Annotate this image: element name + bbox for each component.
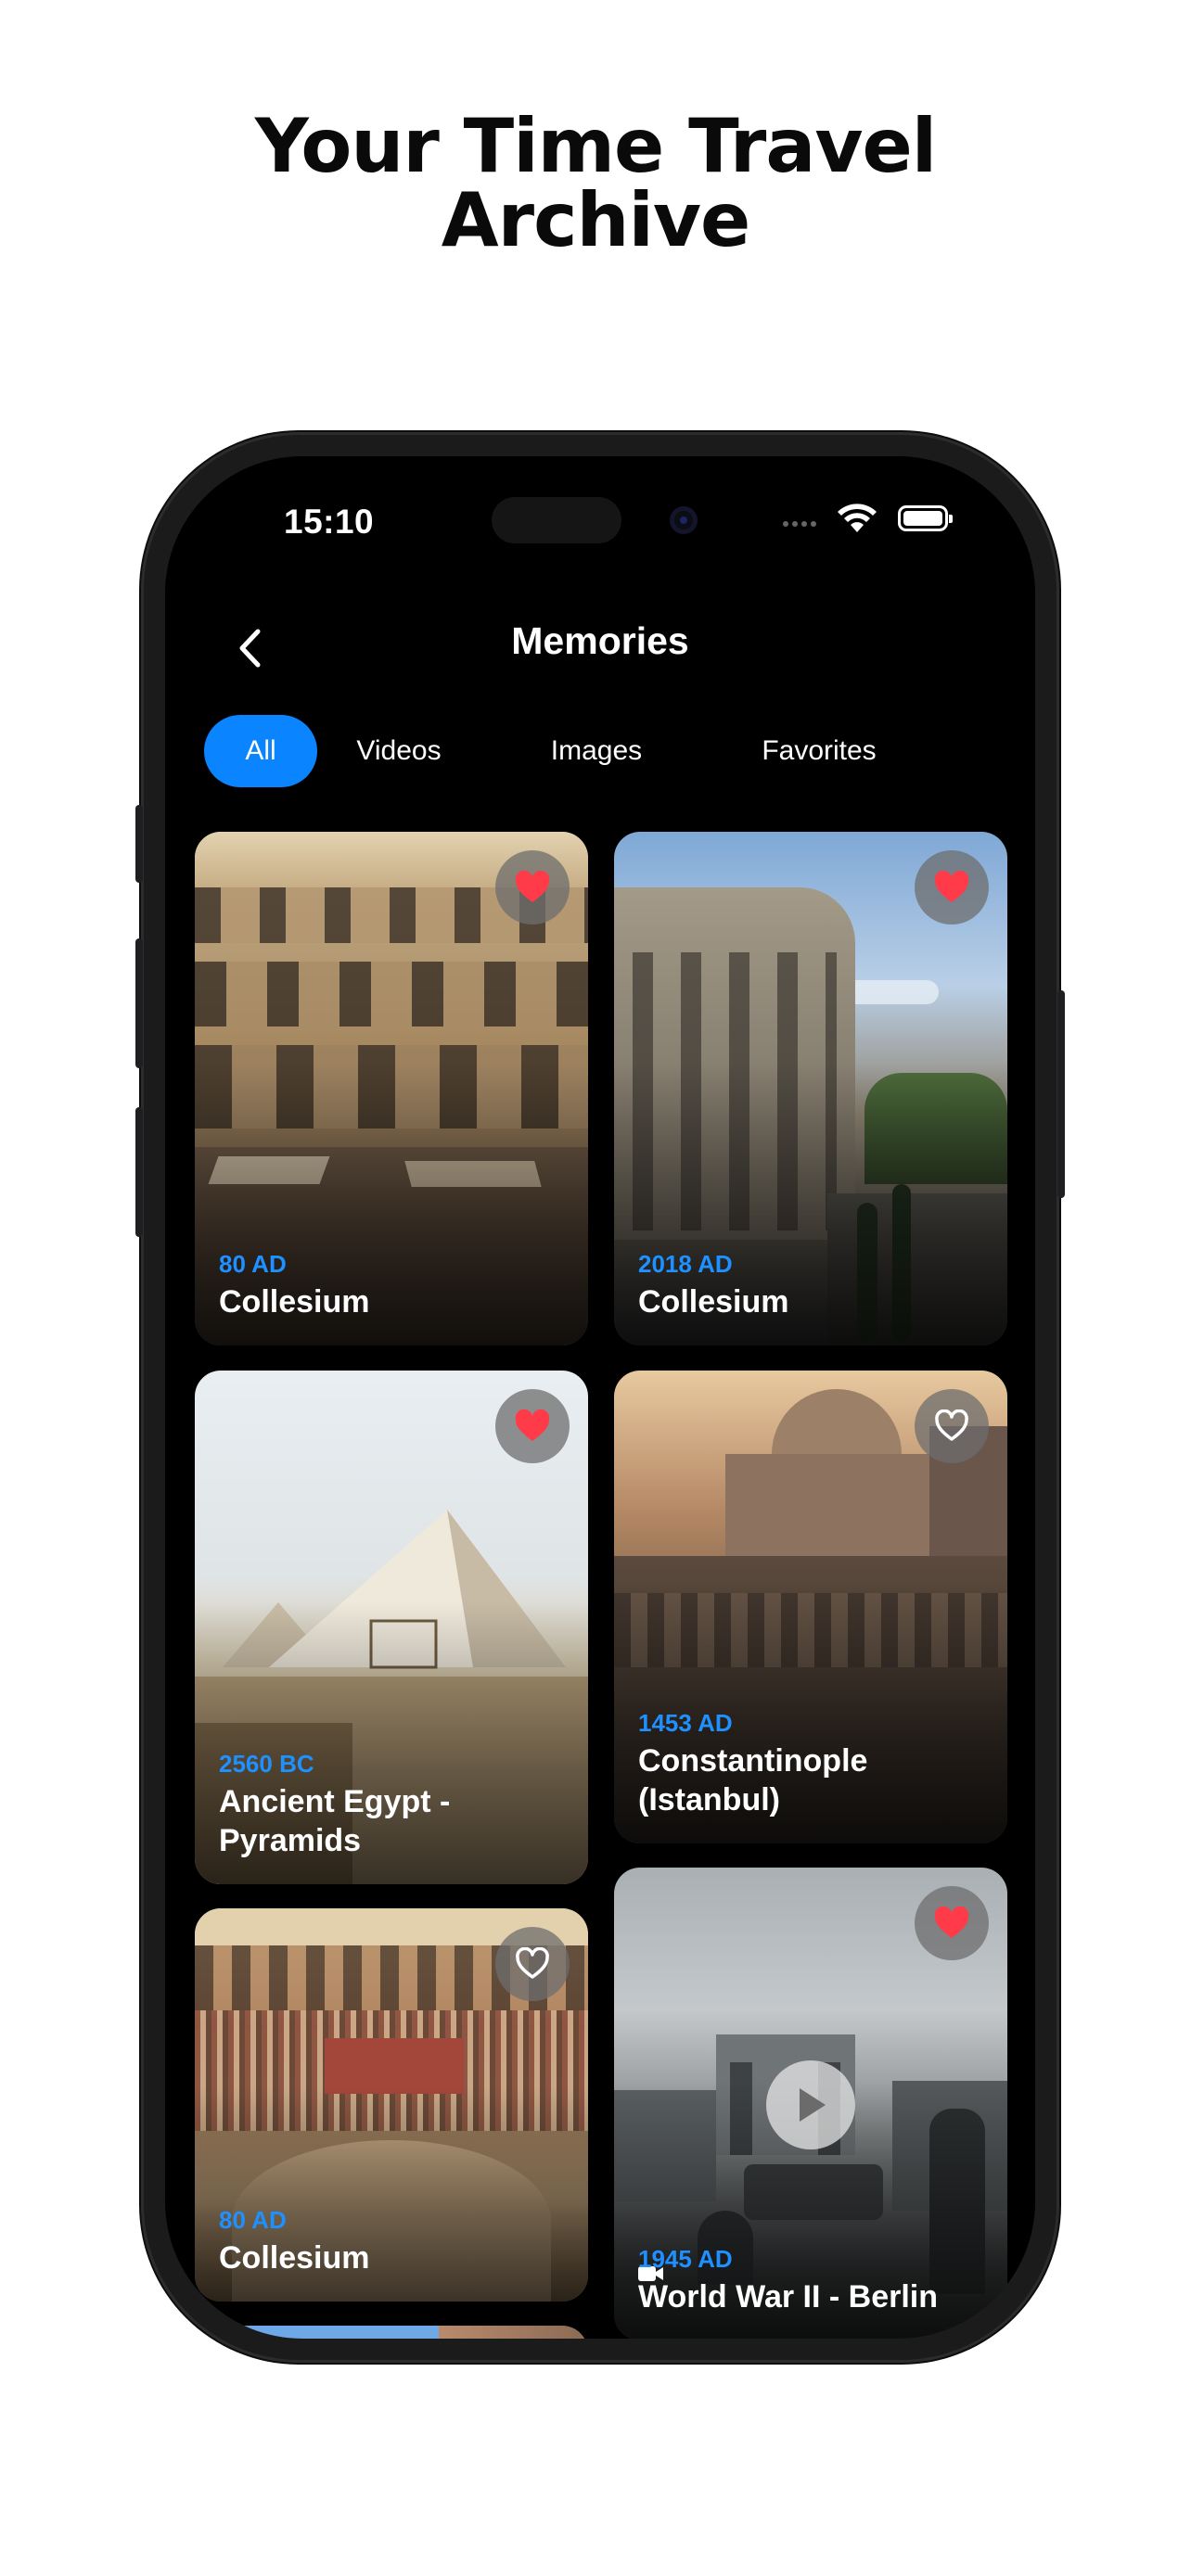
card-caption: 2018 AD Collesium <box>638 1250 983 1321</box>
card-caption: 2560 BC Ancient Egypt - Pyramids <box>219 1750 564 1860</box>
heart-filled-icon <box>515 1409 550 1441</box>
heart-filled-icon <box>515 871 550 902</box>
card-caption: 80 AD Collesium <box>219 2206 564 2277</box>
tab-images[interactable]: Images <box>536 715 657 787</box>
favorite-button[interactable] <box>495 1389 570 1463</box>
tab-favorites[interactable]: Favorites <box>731 715 907 787</box>
card-year: 2018 AD <box>638 1250 733 1278</box>
heart-filled-icon <box>934 1906 969 1938</box>
power-button <box>1057 990 1065 1198</box>
card-title: Collesium <box>219 1284 370 1320</box>
card-title: Collesium <box>638 1284 789 1320</box>
status-time: 15:10 <box>284 503 375 541</box>
card-year: 1945 AD <box>638 2245 733 2273</box>
heart-filled-icon <box>934 871 969 902</box>
play-icon <box>800 2088 826 2122</box>
signal-dots-icon <box>783 521 816 527</box>
memory-card-partial[interactable] <box>195 2326 588 2339</box>
memory-card[interactable]: 1453 AD Constantinople (Istanbul) <box>614 1371 1007 1843</box>
favorite-button[interactable] <box>495 850 570 925</box>
volume-down-button <box>135 1107 143 1237</box>
volume-up-button <box>135 938 143 1068</box>
promo-headline: Your Time Travel Archive <box>0 109 1191 258</box>
heart-outline-icon <box>935 1409 968 1441</box>
card-caption: 1453 AD Constantinople (Istanbul) <box>638 1709 983 1819</box>
dynamic-island <box>492 497 621 543</box>
card-caption: 1945 AD World War II - Berlin <box>638 2245 983 2316</box>
favorite-button[interactable] <box>495 1927 570 2001</box>
card-year: 80 AD <box>219 2206 287 2234</box>
card-year: 1453 AD <box>638 1709 733 1737</box>
tab-videos[interactable]: Videos <box>341 715 456 787</box>
memory-card[interactable]: 2560 BC Ancient Egypt - Pyramids <box>195 1371 588 1884</box>
favorite-button[interactable] <box>915 1886 989 1960</box>
card-year: 2560 BC <box>219 1750 314 1778</box>
front-camera <box>670 506 698 534</box>
card-title: Collesium <box>219 2240 370 2276</box>
favorite-button[interactable] <box>915 1389 989 1463</box>
page-title: Memories <box>511 619 689 662</box>
headline-line-1: Your Time Travel <box>254 103 937 189</box>
memory-card[interactable]: 1945 AD World War II - Berlin <box>614 1868 1007 2339</box>
memory-card[interactable]: 80 AD Collesium <box>195 1908 588 2302</box>
tab-all[interactable]: All <box>204 715 317 787</box>
memory-card[interactable]: 2018 AD Collesium <box>614 832 1007 1345</box>
card-title: World War II - Berlin <box>638 2279 939 2315</box>
heart-outline-icon <box>516 1947 549 1979</box>
card-title: Constantinople (Istanbul) <box>638 1743 868 1817</box>
memory-card[interactable]: 80 AD Collesium <box>195 832 588 1345</box>
app-screen: 15:10 Memories All Videos Images Favorit… <box>165 456 1035 2339</box>
play-button[interactable] <box>766 2060 855 2149</box>
card-caption: 80 AD Collesium <box>219 1250 564 1321</box>
action-button <box>135 805 143 883</box>
card-title: Ancient Egypt - Pyramids <box>219 1784 451 1858</box>
headline-line-2: Archive <box>441 177 751 263</box>
wifi-icon <box>838 504 877 532</box>
favorite-button[interactable] <box>915 850 989 925</box>
battery-icon <box>898 505 953 531</box>
card-year: 80 AD <box>219 1250 287 1278</box>
